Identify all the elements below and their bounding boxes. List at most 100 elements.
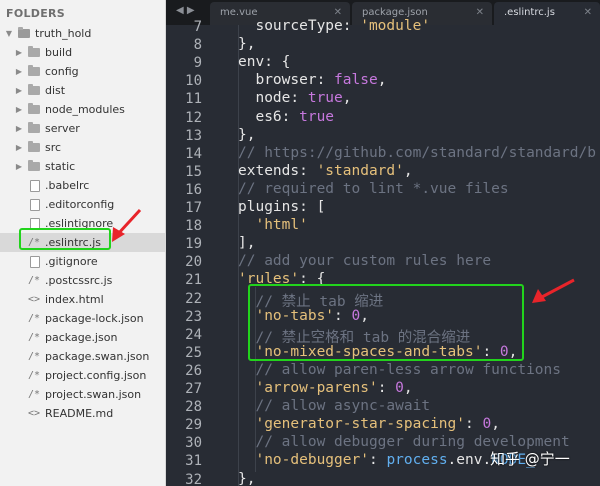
tree-label: .gitignore xyxy=(45,255,98,268)
code-token: process xyxy=(386,452,448,469)
tree-label: project.config.json xyxy=(45,369,147,382)
tree-label: package.json xyxy=(45,331,118,344)
tree-label: package-lock.json xyxy=(45,312,144,325)
line-number: 25 xyxy=(185,344,202,361)
tree-file[interactable]: .babelrc xyxy=(0,176,165,195)
code-line[interactable]: // required to lint *.vue files xyxy=(238,181,509,197)
tree-folder[interactable]: ▶ build xyxy=(0,43,165,62)
chevron-right-icon: ▶ xyxy=(15,143,23,152)
chevron-right-icon: ▶ xyxy=(15,124,23,133)
code-token: , xyxy=(377,72,387,89)
comment-file-icon: /* xyxy=(28,370,41,381)
code-token: 'standard' xyxy=(316,162,404,179)
tree-label: config xyxy=(45,65,79,78)
tree-label: project.swan.json xyxy=(45,388,142,401)
code-line[interactable]: 'arrow-parens': 0, xyxy=(238,380,413,396)
code-token: // add your custom rules here xyxy=(238,253,492,270)
tree-label: .editorconfig xyxy=(45,198,115,211)
code-token: // allow paren-less arrow functions xyxy=(238,361,562,378)
code-token: browser: xyxy=(238,72,335,89)
code-line[interactable]: }, xyxy=(238,471,255,486)
close-icon[interactable]: ✕ xyxy=(584,2,592,24)
tree-file[interactable]: /* .postcssrc.js xyxy=(0,271,165,290)
folder-icon xyxy=(28,65,40,76)
code-line[interactable]: 'html' xyxy=(238,217,308,234)
tree-file[interactable]: /* package.swan.json xyxy=(0,347,165,366)
code-line[interactable]: es6: true xyxy=(238,109,334,125)
code-line[interactable]: ], xyxy=(238,235,255,251)
code-token: : xyxy=(464,416,483,433)
tree-folder[interactable]: ▶ dist xyxy=(0,81,165,100)
code-line[interactable]: extends: 'standard', xyxy=(238,163,413,179)
code-line[interactable]: // allow paren-less arrow functions xyxy=(238,362,561,378)
code-line[interactable]: plugins: [ xyxy=(238,199,325,215)
tree-file[interactable]: /* package.json xyxy=(0,328,165,347)
code-token: , xyxy=(491,416,500,433)
line-number: 11 xyxy=(185,91,202,108)
code-token: 'arrow-parens' xyxy=(255,380,378,396)
chevron-right-icon: ▶ xyxy=(15,162,23,171)
line-number: 10 xyxy=(185,73,202,90)
code-token: 'no-debugger' xyxy=(255,452,369,469)
code-line[interactable]: // add your custom rules here xyxy=(238,253,491,269)
file-icon xyxy=(30,199,40,211)
tab-eslintrc-js[interactable]: .eslintrc.js ✕ xyxy=(494,2,600,25)
tree-folder[interactable]: ▶ src xyxy=(0,138,165,157)
code-token: false xyxy=(334,72,378,89)
line-number: 12 xyxy=(185,109,202,126)
chevron-right-icon: ▶ xyxy=(15,86,23,95)
tree-label: .babelrc xyxy=(45,179,90,192)
code-editor[interactable]: 7 8 9 10 11 12 13 14 15 16 17 18 19 20 21 22 23 24 25 26 27 2… xyxy=(166,18,600,486)
folders-title: FOLDERS xyxy=(6,7,66,20)
code-token: true xyxy=(299,108,335,125)
line-number: 21 xyxy=(185,272,202,289)
code-line[interactable]: browser: false, xyxy=(238,72,386,88)
code-token: , xyxy=(403,380,413,396)
tree-file[interactable]: <> index.html xyxy=(0,290,165,309)
tab-nav-arrows[interactable]: ◀ ▶ xyxy=(176,5,195,16)
line-number: 9 xyxy=(193,55,202,72)
code-line[interactable]: }, xyxy=(238,36,255,52)
tree-file[interactable]: .editorconfig xyxy=(0,195,165,214)
tree-folder[interactable]: ▶ node_modules xyxy=(0,100,165,119)
code-line[interactable]: node: true, xyxy=(238,90,351,106)
code-token: es6: xyxy=(238,108,300,125)
code-token: extends: xyxy=(238,162,317,179)
line-number: 19 xyxy=(185,236,202,253)
folder-icon xyxy=(28,160,40,171)
code-token: 0 xyxy=(482,416,492,433)
line-number: 15 xyxy=(185,163,202,180)
code-token: .env. xyxy=(447,452,492,469)
line-number-gutter: 7 8 9 10 11 12 13 14 15 16 17 18 19 20 21 22 23 24 25 26 27 2… xyxy=(166,19,228,486)
tree-label: server xyxy=(45,122,80,135)
code-line[interactable]: // allow async-await xyxy=(238,398,430,414)
file-icon xyxy=(30,180,40,192)
sidebar: FOLDERS ▼ truth_hold ▶ build ▶ config ▶ dist ▶ no… xyxy=(0,0,166,486)
comment-file-icon: /* xyxy=(28,313,41,324)
tree-folder[interactable]: ▶ config xyxy=(0,62,165,81)
code-line[interactable]: 'generator-star-spacing': 0, xyxy=(238,416,500,433)
code-token: plugins: [ xyxy=(238,199,326,215)
tree-folder[interactable]: ▶ server xyxy=(0,119,165,138)
close-icon[interactable]: ✕ xyxy=(476,2,484,24)
code-line[interactable]: // https://github.com/standard/standard/… xyxy=(238,145,596,161)
tree-file[interactable]: /* project.swan.json xyxy=(0,385,165,404)
tree-root-folder[interactable]: ▼ truth_hold xyxy=(0,24,165,43)
tree-file[interactable]: /* project.config.json xyxy=(0,366,165,385)
code-token: , xyxy=(403,162,413,179)
tree-label: node_modules xyxy=(45,103,125,116)
code-line[interactable]: }, xyxy=(238,127,255,143)
code-token: // https://github.com/standard/standard/… xyxy=(238,144,596,161)
code-token: 'html' xyxy=(255,217,308,234)
tree-file[interactable]: <> README.md xyxy=(0,404,165,423)
code-line[interactable]: sourceType: 'module' xyxy=(238,18,430,34)
code-token: env: { xyxy=(238,54,291,71)
tree-file[interactable]: .gitignore xyxy=(0,252,165,271)
code-line[interactable]: env: { xyxy=(238,54,290,70)
code-token: : xyxy=(368,452,387,469)
tree-folder[interactable]: ▶ static xyxy=(0,157,165,176)
tree-file[interactable]: /* package-lock.json xyxy=(0,309,165,328)
line-number: 16 xyxy=(185,181,202,198)
